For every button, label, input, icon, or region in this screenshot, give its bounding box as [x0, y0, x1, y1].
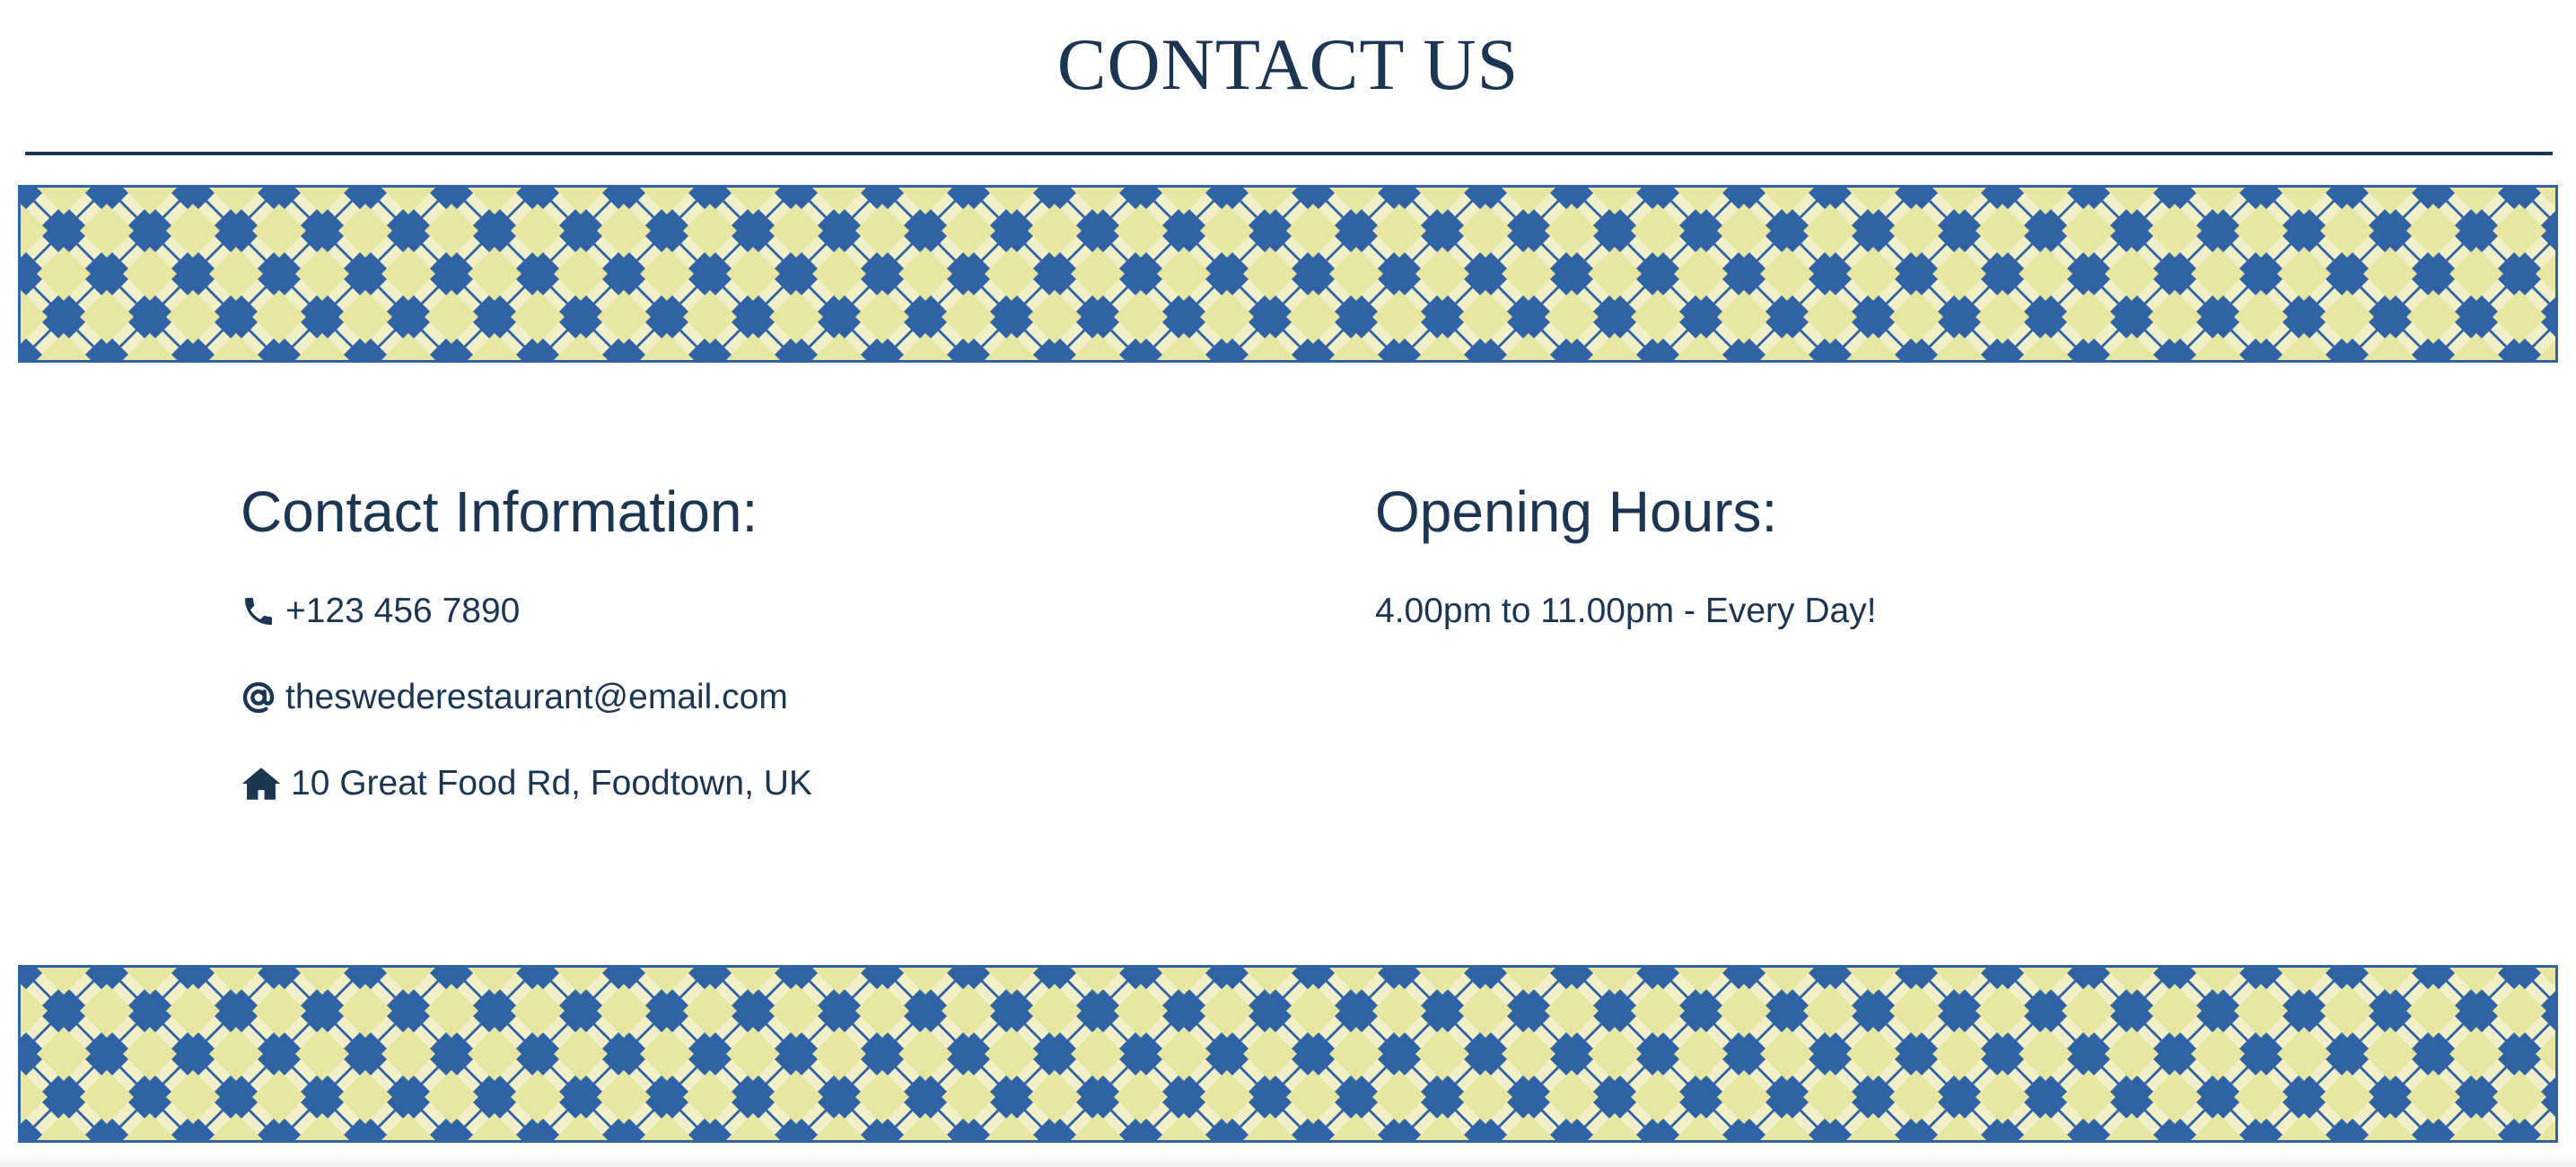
phone-number: +123 456 7890	[285, 592, 521, 630]
page-bottom-edge	[0, 1153, 2576, 1167]
opening-hours-heading: Opening Hours:	[1375, 479, 1778, 544]
phone-row: +123 456 7890	[241, 589, 520, 634]
home-icon	[241, 766, 282, 802]
phone-icon	[241, 593, 276, 629]
page-title: CONTACT US	[1056, 23, 1520, 105]
at-sign-icon	[241, 680, 276, 715]
email-address: theswederestaurant@email.com	[285, 678, 788, 716]
decorative-pattern-band-bottom	[18, 965, 2558, 1143]
opening-hours-section: Opening Hours: 4.00pm to 11.00pm - Every…	[1375, 476, 2362, 630]
decorative-pattern-band-top	[18, 185, 2558, 363]
title-divider	[25, 152, 2553, 155]
contact-information-section: Contact Information: +123 456 7890 thesw…	[241, 476, 1228, 803]
opening-hours-text: 4.00pm to 11.00pm - Every Day!	[1375, 592, 1877, 630]
email-row: theswederestaurant@email.com	[241, 675, 788, 720]
contact-information-heading: Contact Information:	[241, 479, 758, 544]
street-address: 10 Great Food Rd, Foodtown, UK	[291, 764, 812, 803]
address-row: 10 Great Food Rd, Foodtown, UK	[241, 761, 812, 806]
